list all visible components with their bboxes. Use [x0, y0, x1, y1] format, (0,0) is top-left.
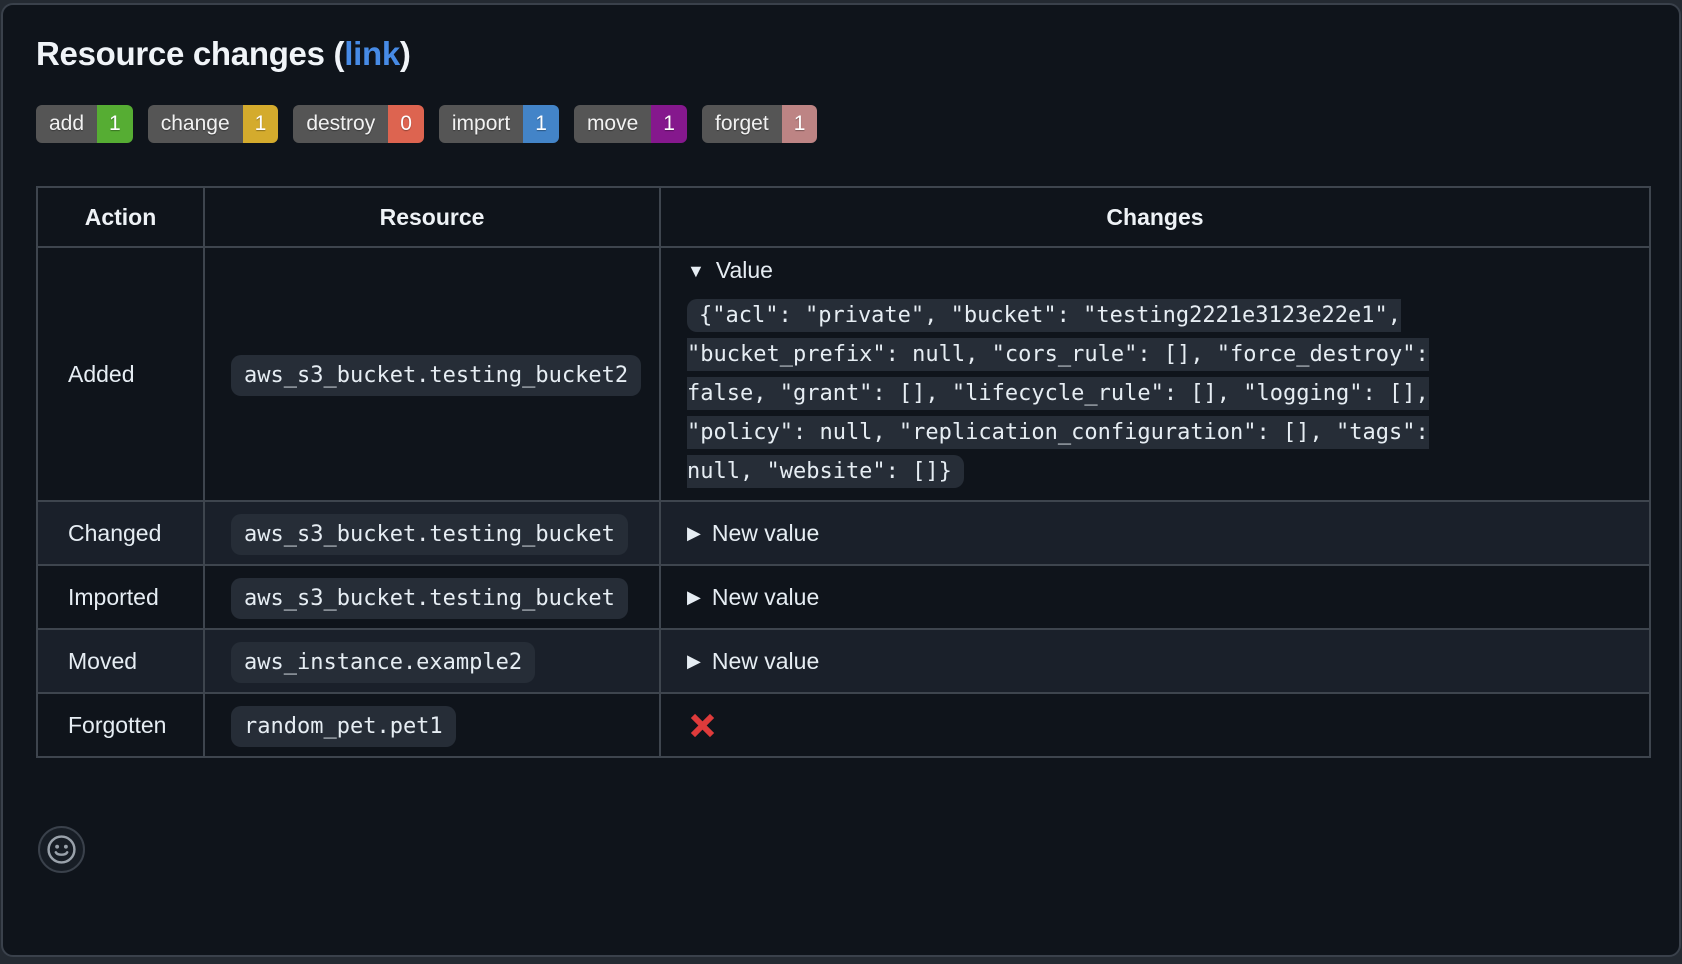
table-header-row: Action Resource Changes — [37, 187, 1650, 247]
badge-destroy-label: destroy — [293, 105, 388, 143]
badge-destroy-count: 0 — [388, 105, 424, 143]
new-value-details: ▶ New value — [687, 648, 1623, 675]
new-value-summary[interactable]: ▶ New value — [687, 648, 819, 675]
new-value-details: ▶ New value — [687, 520, 1623, 547]
badge-add-count: 1 — [97, 105, 133, 143]
resource-chip: aws_instance.example2 — [231, 642, 535, 683]
resource-cell: aws_instance.example2 — [204, 629, 660, 693]
triangle-down-icon: ▼ — [687, 262, 705, 280]
table-row-moved: Moved aws_instance.example2 ▶ New value — [37, 629, 1650, 693]
badge-forget: forget1 — [702, 105, 817, 143]
title-paren-close: ) — [400, 35, 411, 72]
new-value-summary-label: New value — [712, 584, 819, 611]
red-cross-x-icon — [687, 710, 718, 741]
badge-import: import1 — [439, 105, 559, 143]
title-text: Resource changes ( — [36, 35, 344, 72]
table-row-changed: Changed aws_s3_bucket.testing_bucket ▶ Ne… — [37, 501, 1650, 565]
resource-cell: aws_s3_bucket.testing_bucket — [204, 501, 660, 565]
action-label: Added — [37, 247, 204, 501]
badge-change: change1 — [148, 105, 279, 143]
triangle-right-icon: ▶ — [687, 652, 701, 670]
badge-forget-count: 1 — [782, 105, 818, 143]
new-value-summary-label: New value — [712, 520, 819, 547]
table-row-imported: Imported aws_s3_bucket.testing_bucket ▶ N… — [37, 565, 1650, 629]
table-row-added: Added aws_s3_bucket.testing_bucket2 ▼ Val… — [37, 247, 1650, 501]
resource-chip: aws_s3_bucket.testing_bucket — [231, 514, 628, 555]
new-value-summary-label: New value — [712, 648, 819, 675]
new-value-summary[interactable]: ▶ New value — [687, 520, 819, 547]
changes-cell: ▶ New value — [660, 565, 1650, 629]
resource-cell: aws_s3_bucket.testing_bucket — [204, 565, 660, 629]
changes-cell: ▼ Value {"acl": "private", "bucket": "tes… — [660, 247, 1650, 501]
value-summary-label: Value — [716, 257, 773, 284]
changes-cell: ▶ New value — [660, 501, 1650, 565]
badge-move: move1 — [574, 105, 687, 143]
action-label: Forgotten — [37, 693, 204, 757]
value-json-code: {"acl": "private", "bucket": "testing222… — [687, 299, 1429, 488]
new-value-details: ▶ New value — [687, 584, 1623, 611]
column-header-resource: Resource — [204, 187, 660, 247]
smiley-icon — [46, 834, 77, 865]
badge-move-label: move — [574, 105, 651, 143]
resource-cell: random_pet.pet1 — [204, 693, 660, 757]
changes-cell: ▶ New value — [660, 629, 1650, 693]
badge-change-count: 1 — [243, 105, 279, 143]
badge-destroy: destroy0 — [293, 105, 424, 143]
action-label: Moved — [37, 629, 204, 693]
triangle-right-icon: ▶ — [687, 524, 701, 542]
resource-chip: aws_s3_bucket.testing_bucket2 — [231, 355, 641, 396]
page-title: Resource changes (link) — [36, 35, 1646, 73]
action-label: Changed — [37, 501, 204, 565]
action-label: Imported — [37, 565, 204, 629]
badge-add: add1 — [36, 105, 133, 143]
column-header-changes: Changes — [660, 187, 1650, 247]
comment-card: Resource changes (link) add1 change1 des… — [1, 3, 1681, 957]
value-summary[interactable]: ▼ Value — [687, 257, 773, 284]
badge-import-label: import — [439, 105, 523, 143]
badge-change-label: change — [148, 105, 243, 143]
badge-add-label: add — [36, 105, 97, 143]
changes-cell — [660, 693, 1650, 757]
value-body: {"acl": "private", "bucket": "testing222… — [687, 296, 1471, 491]
badge-move-count: 1 — [651, 105, 687, 143]
triangle-right-icon: ▶ — [687, 588, 701, 606]
table-row-forgotten: Forgotten random_pet.pet1 — [37, 693, 1650, 757]
resource-chip: random_pet.pet1 — [231, 706, 456, 747]
badge-import-count: 1 — [523, 105, 559, 143]
badge-forget-label: forget — [702, 105, 782, 143]
title-link[interactable]: link — [344, 35, 400, 72]
column-header-action: Action — [37, 187, 204, 247]
resource-changes-table: Action Resource Changes Added aws_s3_buc… — [36, 186, 1651, 758]
add-reaction-button[interactable] — [38, 826, 85, 873]
value-details: ▼ Value {"acl": "private", "bucket": "tes… — [687, 257, 1623, 491]
resource-cell: aws_s3_bucket.testing_bucket2 — [204, 247, 660, 501]
summary-badges: add1 change1 destroy0 import1 move1 forg… — [36, 105, 1646, 143]
new-value-summary[interactable]: ▶ New value — [687, 584, 819, 611]
resource-chip: aws_s3_bucket.testing_bucket — [231, 578, 628, 619]
